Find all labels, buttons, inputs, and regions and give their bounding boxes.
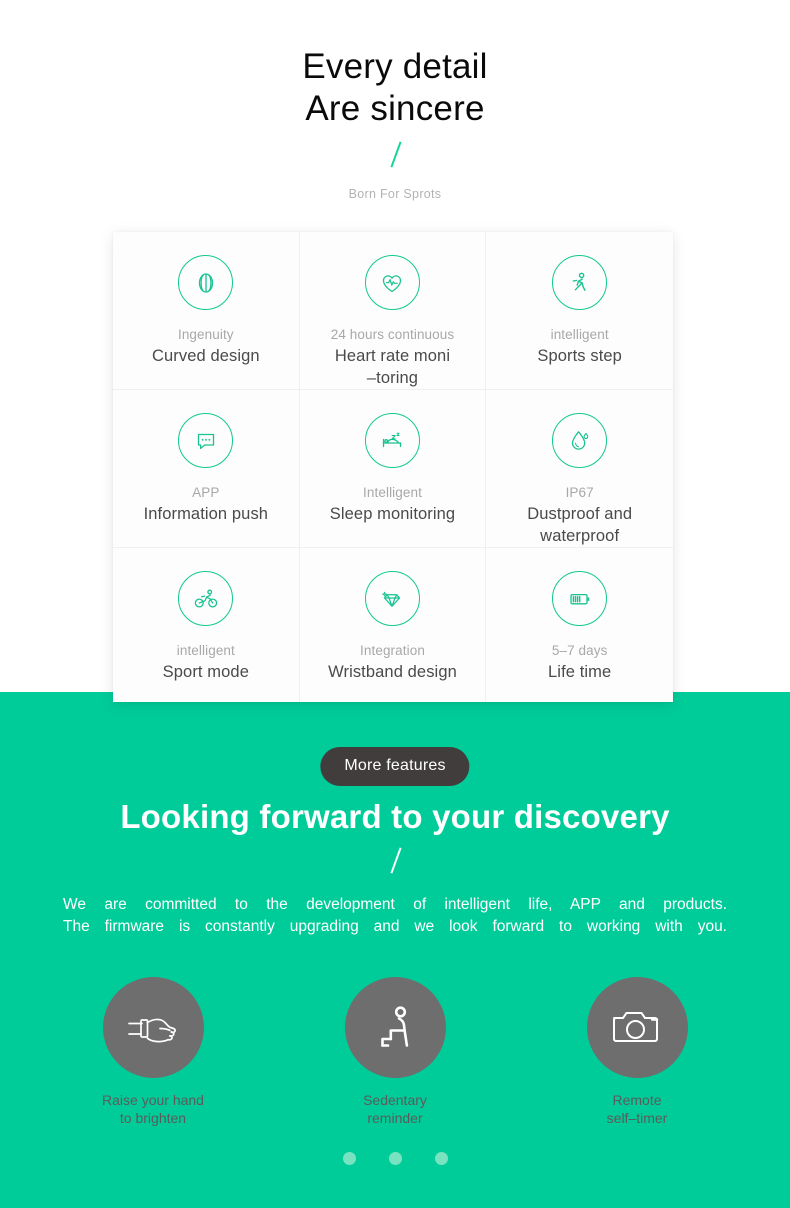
carousel-pagination [0, 1152, 790, 1165]
feature-cell-curved-design[interactable]: Ingenuity Curved design [113, 232, 300, 390]
feature-title: Sports step [537, 347, 622, 365]
feature-title: Sport mode [162, 663, 249, 681]
promo-circle-label-line1: Raise your hand [102, 1092, 204, 1108]
feature-title-line2: waterproof [540, 527, 620, 545]
promo-circle-item-sedentary[interactable]: Sedentary reminder [315, 977, 476, 1127]
hero-title-line1: Every detail [302, 47, 488, 86]
diamond-icon [364, 571, 420, 626]
feature-caption: intelligent [176, 643, 235, 658]
page-title: Every detail Are sincere [0, 0, 790, 130]
sedentary-sit-icon [344, 977, 446, 1078]
promo-circle-label-line2: to brighten [119, 1110, 187, 1126]
hero-section: Every detail Are sincere Born For Sprots [0, 0, 790, 232]
feature-caption: 24 hours continuous [330, 327, 455, 342]
promo-circle-label: Remote self–timer [607, 1091, 668, 1127]
feature-title: Wristband design [328, 663, 457, 681]
feature-title: Curved design [151, 347, 260, 365]
feature-caption: APP [192, 485, 220, 500]
feature-cell-wristband-design[interactable]: Integration Wristband design [300, 548, 487, 702]
carousel-dot-3[interactable] [434, 1152, 448, 1165]
wrist-raise-icon [102, 977, 204, 1078]
product-feature-page: Every detail Are sincere Born For Sprots… [0, 0, 790, 1208]
promo-circle-label: Raise your hand to brighten [102, 1091, 204, 1127]
feature-grid-card: Ingenuity Curved design 24 hours continu… [113, 232, 673, 702]
more-features-button[interactable]: More features [320, 747, 470, 786]
slash-divider-icon [384, 141, 406, 167]
promo-body-line2: The firmware is constantly upgrading and… [63, 918, 727, 935]
slash-divider-icon [384, 847, 406, 873]
battery-icon [552, 571, 608, 626]
heart-rate-icon [364, 255, 420, 310]
feature-caption: Integration [360, 643, 425, 658]
chat-bubble-icon [178, 413, 234, 468]
promo-circle-label-line2: reminder [367, 1110, 423, 1126]
promo-circle-item-remote-timer[interactable]: Remote self–timer [557, 977, 718, 1127]
feature-cell-waterproof[interactable]: IP67 Dustproof and waterproof [486, 390, 673, 548]
feature-title: Sleep monitoring [329, 505, 456, 523]
sleep-bed-icon [364, 413, 420, 468]
feature-title-line2: –toring [366, 369, 419, 387]
feature-title: Life time [548, 663, 612, 681]
promo-body-line1: We are committed to the development of i… [63, 896, 727, 913]
curved-watch-icon [178, 255, 234, 310]
promo-circle-item-raise-hand[interactable]: Raise your hand to brighten [73, 977, 234, 1127]
feature-caption: IP67 [565, 485, 594, 500]
feature-cell-sports-step[interactable]: intelligent Sports step [486, 232, 673, 390]
bicycle-icon [178, 571, 234, 626]
promo-section: More features Looking forward to your di… [0, 692, 790, 1208]
hero-subtitle: Born For Sprots [348, 187, 442, 201]
promo-body: We are committed to the development of i… [63, 894, 727, 938]
hero-title-line2: Are sincere [305, 89, 485, 128]
feature-title: Dustproof and [527, 505, 633, 523]
feature-cell-heart-rate[interactable]: 24 hours continuous Heart rate moni –tor… [299, 232, 487, 390]
promo-circle-label: Sedentary reminder [363, 1091, 427, 1127]
camera-icon [586, 977, 688, 1078]
feature-caption: 5–7 days [551, 643, 608, 658]
feature-title: Heart rate moni [334, 347, 451, 365]
feature-cell-sport-mode[interactable]: intelligent Sport mode [113, 548, 300, 702]
promo-circle-label-line1: Sedentary [363, 1092, 427, 1108]
promo-circle-label-line1: Remote [612, 1092, 662, 1108]
promo-circle-list: Raise your hand to brighten Sedentary re… [0, 977, 790, 1127]
carousel-dot-1[interactable] [342, 1152, 356, 1165]
carousel-dot-2[interactable] [388, 1152, 402, 1165]
feature-caption: Intelligent [363, 485, 422, 500]
feature-cell-sleep-monitoring[interactable]: Intelligent Sleep monitoring [299, 390, 487, 548]
feature-caption: Ingenuity [177, 327, 234, 342]
feature-title: Information push [143, 505, 269, 523]
promo-circle-label-line2: self–timer [606, 1110, 668, 1126]
feature-cell-life-time[interactable]: 5–7 days Life time [486, 548, 673, 702]
running-person-icon [552, 255, 608, 310]
water-drop-icon [552, 413, 608, 468]
feature-cell-information-push[interactable]: APP Information push [113, 390, 300, 548]
promo-heading: Looking forward to your discovery [120, 798, 670, 835]
feature-caption: intelligent [550, 327, 609, 342]
